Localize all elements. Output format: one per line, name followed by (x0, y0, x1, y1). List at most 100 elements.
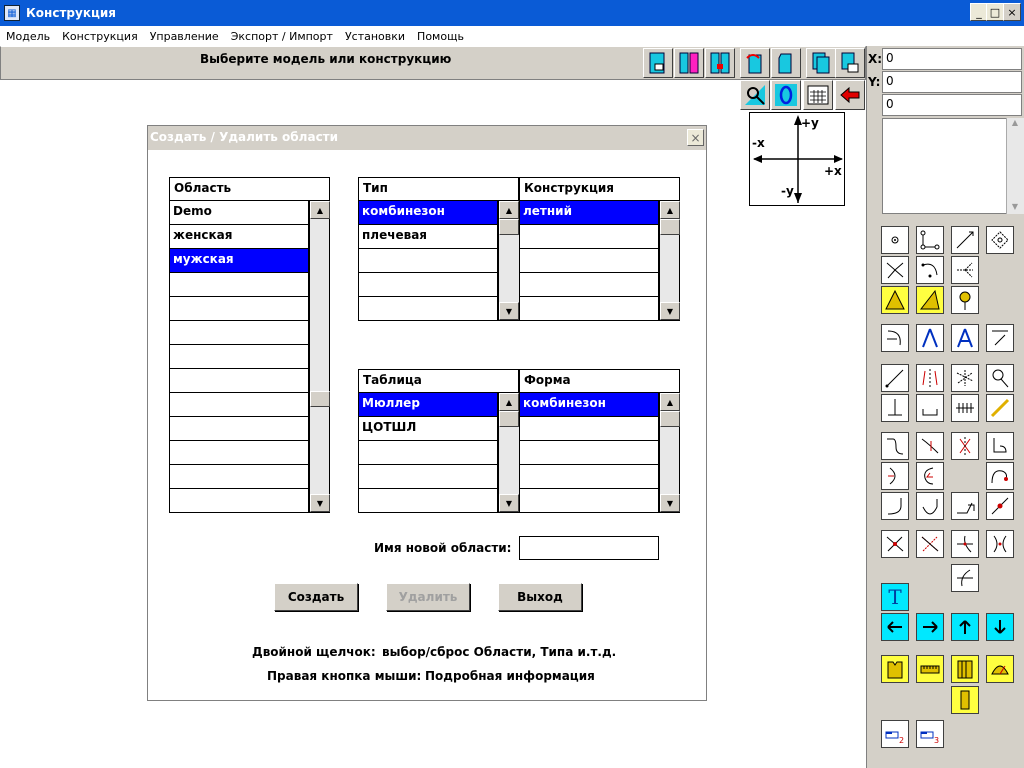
konstr-list[interactable]: Конструкция летний ▲ ▼ (519, 177, 680, 321)
info-scrollbar[interactable] (1006, 118, 1024, 214)
model-undo-button[interactable] (740, 48, 770, 78)
tool-rays[interactable] (881, 256, 909, 284)
oblast-list-item[interactable] (169, 441, 309, 465)
tool-cross-2[interactable] (916, 530, 944, 558)
tablica-list-item[interactable]: Мюллер (358, 393, 498, 417)
tool-triangle-1[interactable] (881, 286, 909, 314)
forma-list-item[interactable] (519, 417, 659, 441)
menu-model[interactable]: Модель (0, 30, 56, 43)
close-window-button[interactable]: × (1003, 3, 1021, 21)
calculator-button[interactable] (803, 80, 833, 110)
back-arrow-button[interactable] (835, 80, 865, 110)
oblast-list-item[interactable]: женская (169, 225, 309, 249)
oblast-list-item[interactable] (169, 465, 309, 489)
tip-list-item[interactable]: комбинезон (358, 201, 498, 225)
move-down-button[interactable] (986, 613, 1014, 641)
model-copy-hand-button[interactable] (835, 48, 865, 78)
model-copy-button[interactable] (806, 48, 836, 78)
scroll-up-icon[interactable]: ▲ (660, 201, 680, 219)
delete-button[interactable]: Удалить (386, 583, 470, 611)
zero-button[interactable] (771, 80, 801, 110)
z-coord-field[interactable]: 0 (882, 94, 1022, 116)
tool-hand-2[interactable]: 2 (881, 720, 909, 748)
tool-perpendicular[interactable] (881, 394, 909, 422)
model-pair-button[interactable] (705, 48, 735, 78)
tool-cross-1[interactable] (881, 530, 909, 558)
oblast-list-item[interactable] (169, 417, 309, 441)
move-right-button[interactable] (916, 613, 944, 641)
oblast-list-item[interactable]: мужская (169, 249, 309, 273)
tip-scroll-thumb[interactable] (499, 219, 519, 235)
tool-angle-arrow[interactable] (951, 492, 979, 520)
konstr-list-item[interactable] (519, 225, 659, 249)
tool-dot-line[interactable] (986, 492, 1014, 520)
scroll-up-icon[interactable]: ▲ (499, 201, 519, 219)
tool-garment-3[interactable] (951, 686, 979, 714)
tip-list-item[interactable]: плечевая (358, 225, 498, 249)
tip-scrollbar[interactable]: ▲ ▼ (498, 201, 519, 321)
tool-compass-1[interactable] (916, 324, 944, 352)
menu-export-import[interactable]: Экспорт / Импорт (225, 30, 339, 43)
maximize-button[interactable]: □ (986, 3, 1004, 21)
tip-list-item[interactable] (358, 249, 498, 273)
dialog-close-button[interactable]: × (687, 129, 704, 146)
tool-pin[interactable] (951, 286, 979, 314)
tool-curves-pair[interactable] (986, 530, 1014, 558)
text-tool-button[interactable]: T (881, 583, 909, 611)
tool-circle-arrow[interactable] (916, 462, 944, 490)
new-name-input[interactable] (519, 536, 659, 560)
tool-cut[interactable] (951, 432, 979, 460)
forma-list[interactable]: Форма комбинезон ▲ ▼ (519, 369, 680, 513)
tool-diamond[interactable] (986, 226, 1014, 254)
menu-help[interactable]: Помощь (411, 30, 470, 43)
create-button[interactable]: Создать (274, 583, 358, 611)
oblast-list-item[interactable] (169, 345, 309, 369)
scroll-down-icon[interactable]: ▼ (499, 494, 519, 512)
tool-search[interactable] (986, 364, 1014, 392)
tablica-scroll-thumb[interactable] (499, 411, 519, 427)
forma-list-item[interactable] (519, 489, 659, 513)
tool-diagonal[interactable] (951, 226, 979, 254)
tool-burst[interactable] (951, 364, 979, 392)
konstr-list-item[interactable]: летний (519, 201, 659, 225)
tool-gauge[interactable] (986, 655, 1014, 683)
move-up-button[interactable] (951, 613, 979, 641)
exit-button[interactable]: Выход (498, 583, 582, 611)
forma-list-item[interactable] (519, 465, 659, 489)
oblast-scrollbar[interactable]: ▲ ▼ (309, 201, 330, 513)
tool-curve-cross[interactable] (916, 432, 944, 460)
model-piece-button[interactable] (771, 48, 801, 78)
zoom-button[interactable] (740, 80, 770, 110)
y-coord-field[interactable]: 0 (882, 71, 1022, 93)
tool-cross-curve[interactable] (951, 564, 979, 592)
tool-cup[interactable] (916, 492, 944, 520)
tool-divide[interactable] (951, 394, 979, 422)
tool-ruler[interactable] (916, 655, 944, 683)
scroll-down-icon[interactable]: ▼ (310, 494, 330, 512)
tip-list-item[interactable] (358, 297, 498, 321)
menu-settings[interactable]: Установки (339, 30, 411, 43)
tool-curve-arrow[interactable] (881, 324, 909, 352)
tool-hand-3[interactable]: 3 (916, 720, 944, 748)
konstr-list-item[interactable] (519, 249, 659, 273)
tip-list[interactable]: Тип комбинезон плечевая ▲ ▼ (358, 177, 519, 321)
tool-corner-h[interactable] (986, 432, 1014, 460)
tool-baseline[interactable] (916, 394, 944, 422)
oblast-scroll-thumb[interactable] (310, 391, 330, 407)
scroll-down-icon[interactable]: ▼ (660, 494, 680, 512)
forma-list-item[interactable]: комбинезон (519, 393, 659, 417)
oblast-list-item[interactable]: Demo (169, 201, 309, 225)
scroll-down-icon[interactable]: ▼ (1006, 202, 1024, 211)
oblast-list-item[interactable] (169, 369, 309, 393)
tip-list-item[interactable] (358, 273, 498, 297)
konstr-scroll-thumb[interactable] (660, 219, 680, 235)
info-textarea[interactable] (882, 118, 1024, 214)
konstr-scrollbar[interactable]: ▲ ▼ (659, 201, 680, 321)
tool-fork[interactable] (951, 256, 979, 284)
tablica-scrollbar[interactable]: ▲ ▼ (498, 393, 519, 513)
tool-measure-line[interactable] (986, 394, 1014, 422)
oblast-list[interactable]: Область Demo женская мужская ▲ ▼ (169, 177, 330, 513)
oblast-list-item[interactable] (169, 321, 309, 345)
scroll-down-icon[interactable]: ▼ (499, 302, 519, 320)
tool-points-line[interactable] (916, 226, 944, 254)
